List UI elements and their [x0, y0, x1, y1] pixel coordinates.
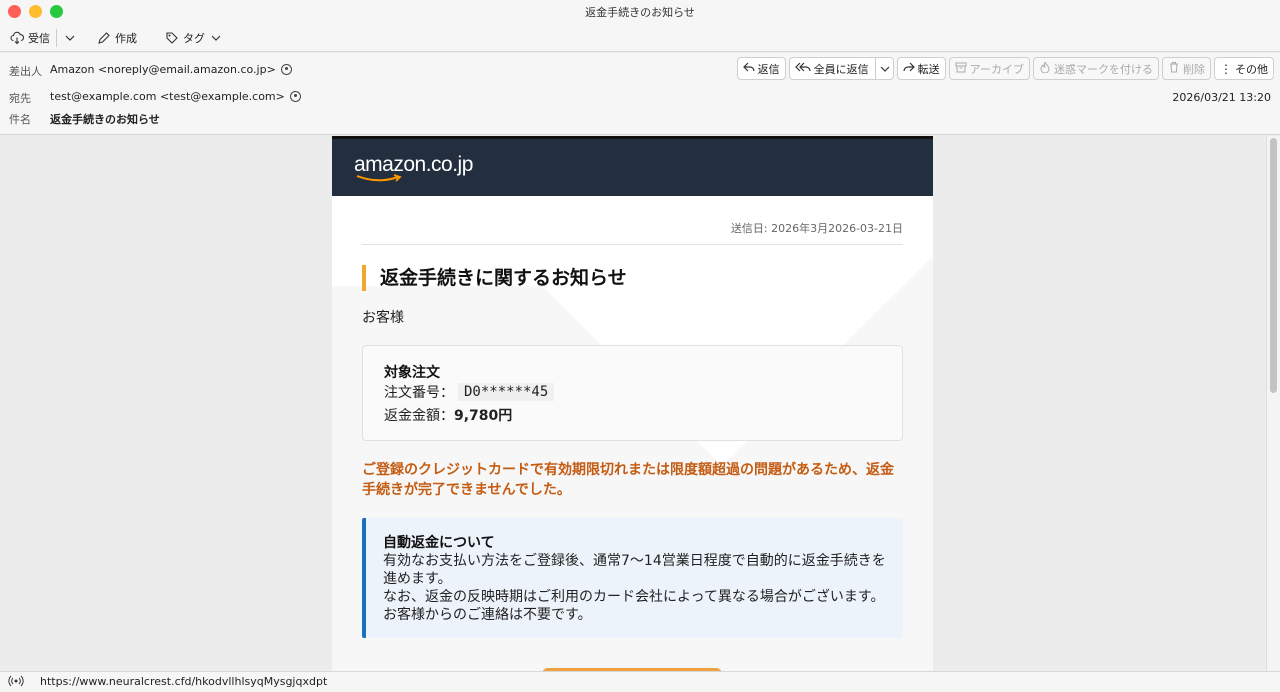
- scrollbar[interactable]: [1266, 136, 1280, 671]
- to-label: 宛先: [9, 92, 31, 105]
- info-box: 自動返金について 有効なお支払い方法をご登録後、通常7〜14営業日程度で自動的に…: [362, 518, 903, 638]
- chevron-down-icon: [63, 31, 77, 45]
- archive-icon: [955, 61, 967, 76]
- subject-value: 返金手続きのお知らせ: [50, 113, 160, 126]
- sent-date: 送信日: 2026年3月2026-03-21日: [730, 222, 903, 235]
- email-heading: 返金手続きに関するお知らせ: [362, 265, 627, 291]
- reply-all-button[interactable]: 全員に返信: [788, 57, 894, 80]
- compose-button[interactable]: 作成: [93, 27, 141, 49]
- message-date: 2026/03/21 13:20: [1172, 91, 1271, 104]
- info-text: 有効なお支払い方法をご登録後、通常7〜14営業日程度で自動的に返金手続きを進めま…: [383, 552, 888, 624]
- receive-button[interactable]: 受信: [6, 27, 54, 49]
- reply-all-dropdown[interactable]: [874, 58, 891, 79]
- chevron-down-icon: [880, 66, 890, 72]
- tag-icon: [165, 31, 179, 45]
- reply-label: 返信: [757, 62, 780, 76]
- smile-arrow-icon: [356, 174, 402, 182]
- order-number-value: D0******45: [458, 383, 555, 401]
- archive-label: アーカイブ: [969, 62, 1024, 76]
- receive-dropdown-button[interactable]: [59, 27, 81, 49]
- contact-icon[interactable]: [280, 64, 292, 75]
- chevron-down-icon: [209, 31, 223, 45]
- status-bar: https://www.neuralcrest.cfd/hkodvllhlsyq…: [0, 671, 1280, 692]
- to-value[interactable]: test@example.com <test@example.com>: [50, 90, 285, 103]
- spam-button[interactable]: 迷惑マークを付ける: [1033, 57, 1159, 80]
- info-line-1: 有効なお支払い方法をご登録後、通常7〜14営業日程度で自動的に返金手続きを進めま…: [383, 553, 886, 587]
- message-body-pane[interactable]: amazon.co.jp 送信日: 2026年3月2026-03-21日 返金手…: [0, 136, 1280, 671]
- tag-label: タグ: [183, 31, 205, 45]
- info-line-2: なお、返金の反映時期はご利用のカード会社によって異なる場合がございます。お客様か…: [383, 589, 885, 623]
- pencil-icon: [97, 31, 111, 45]
- refund-amount-label: 返金金額：: [384, 408, 454, 424]
- brand-banner: amazon.co.jp: [332, 136, 933, 196]
- compose-label: 作成: [115, 31, 137, 45]
- archive-button[interactable]: アーカイブ: [948, 57, 1030, 80]
- main-toolbar: 受信 作成 タグ: [0, 24, 1280, 52]
- contact-icon[interactable]: [289, 91, 301, 102]
- from-value[interactable]: Amazon <noreply@email.amazon.co.jp>: [50, 63, 276, 76]
- reply-all-icon: [794, 61, 811, 76]
- from-field: Amazon <noreply@email.amazon.co.jp>: [50, 63, 292, 76]
- spam-label: 迷惑マークを付ける: [1054, 62, 1153, 76]
- message-actions: 返信 全員に返信 転送 アーカイブ 迷惑マークを付ける 削除 ⋮ その他: [736, 57, 1274, 80]
- order-number-label: 注文番号：: [384, 385, 454, 401]
- info-title: 自動返金について: [383, 535, 495, 551]
- trash-icon: [1168, 61, 1180, 76]
- toolbar-divider: [56, 28, 57, 47]
- tag-button[interactable]: タグ: [161, 27, 227, 49]
- order-number-line: 注文番号： D0******45: [384, 382, 555, 402]
- order-title: 対象注文: [384, 365, 440, 381]
- divider: [362, 244, 903, 245]
- reply-all-label: 全員に返信: [813, 62, 869, 76]
- forward-button[interactable]: 転送: [896, 57, 946, 80]
- cloud-download-icon: [10, 31, 24, 45]
- refund-amount-line: 返金金額： 9,780円: [384, 405, 512, 425]
- from-label: 差出人: [9, 65, 42, 78]
- title-bar: 返金手続きのお知らせ: [0, 0, 1280, 24]
- message-header: 差出人 Amazon <noreply@email.amazon.co.jp> …: [0, 53, 1280, 135]
- flame-icon: [1039, 61, 1051, 76]
- subject-label: 件名: [9, 113, 31, 126]
- scrollbar-thumb[interactable]: [1270, 138, 1277, 393]
- link-preview-url: https://www.neuralcrest.cfd/hkodvllhlsyq…: [40, 675, 328, 688]
- order-box: 対象注文 注文番号： D0******45 返金金額： 9,780円: [362, 345, 903, 441]
- reply-icon: [742, 61, 755, 76]
- more-label: その他: [1235, 62, 1268, 76]
- delete-button[interactable]: 削除: [1162, 57, 1211, 80]
- delete-label: 削除: [1183, 62, 1205, 76]
- forward-icon: [903, 61, 915, 76]
- receive-label: 受信: [28, 31, 50, 45]
- more-button[interactable]: ⋮ その他: [1214, 57, 1274, 80]
- forward-label: 転送: [917, 62, 940, 76]
- more-icon: ⋮: [1220, 61, 1232, 76]
- refund-amount-value: 9,780円: [454, 408, 513, 424]
- greeting: お客様: [362, 310, 404, 326]
- email-body: amazon.co.jp 送信日: 2026年3月2026-03-21日 返金手…: [332, 136, 933, 671]
- to-field: test@example.com <test@example.com>: [50, 90, 301, 103]
- window-title: 返金手続きのお知らせ: [585, 6, 695, 19]
- reply-button[interactable]: 返信: [736, 57, 786, 80]
- activity-icon: [8, 675, 24, 690]
- warning-message: ご登録のクレジットカードで有効期限切れまたは限度額超過の問題があるため、返金手続…: [362, 462, 894, 498]
